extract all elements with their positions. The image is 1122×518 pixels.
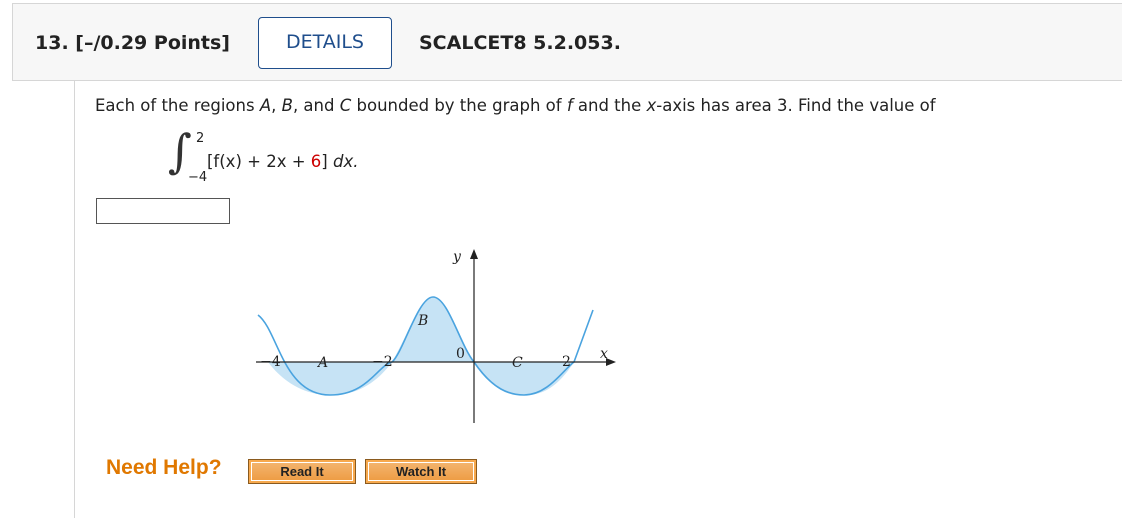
content-divider <box>74 81 75 518</box>
y-axis-arrow <box>470 249 478 259</box>
x-symbol: x <box>646 96 657 115</box>
region-c-label: C <box>512 355 523 371</box>
integral-upper-limit: 2 <box>196 131 205 146</box>
problem-prompt: Each of the regions A, B, and C bounded … <box>95 96 936 115</box>
question-header: 13. [–/0.29 Points] DETAILS SCALCET8 5.2… <box>12 3 1122 81</box>
need-help-label: Need Help? <box>106 456 222 479</box>
tick-label-neg2: −2 <box>372 354 393 370</box>
read-it-button[interactable]: Read It <box>248 459 356 484</box>
integral-sign: ∫ <box>168 124 192 178</box>
integral-lower-limit: −4 <box>188 170 208 185</box>
details-button[interactable]: DETAILS <box>258 17 392 69</box>
region-c-fill <box>474 362 574 395</box>
question-points-label: 13. [–/0.29 Points] <box>35 32 230 54</box>
x-axis-label: x <box>600 346 608 362</box>
question-code: SCALCET8 5.2.053. <box>419 32 621 54</box>
tick-label-neg4: −4 <box>260 354 281 370</box>
region-a-text: A <box>259 96 272 115</box>
region-a-label: A <box>316 355 328 371</box>
function-graph: y x −4 −2 0 2 A B C <box>256 249 616 423</box>
tick-label-2: 2 <box>562 354 571 370</box>
watch-it-button[interactable]: Watch It <box>365 459 477 484</box>
y-axis-label: y <box>452 249 462 265</box>
region-b-text: B <box>281 96 293 115</box>
tick-label-0: 0 <box>456 346 465 362</box>
red-constant: 6 <box>310 152 322 171</box>
region-b-label: B <box>417 313 428 329</box>
integrand: [f(x) + 2x + 6] dx. <box>207 152 359 171</box>
region-c-text: C <box>339 96 352 115</box>
answer-input[interactable] <box>96 198 230 224</box>
